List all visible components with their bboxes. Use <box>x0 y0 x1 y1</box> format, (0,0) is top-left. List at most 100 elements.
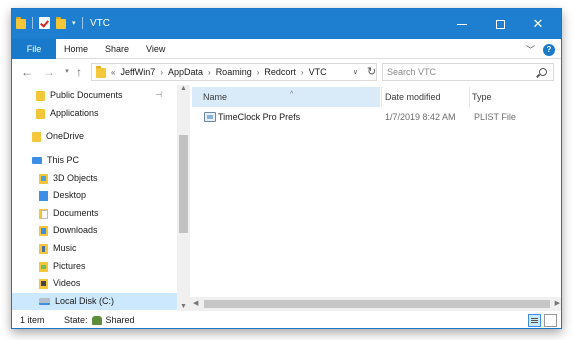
desktop-icon <box>39 190 48 201</box>
downloads-icon <box>39 225 48 236</box>
navigation-pane: Public Documents ⊣ Applications OneDrive… <box>12 85 177 311</box>
tab-share[interactable]: Share <box>105 39 129 59</box>
file-list: ^ Name Date modified Type TimeClock Pro … <box>190 85 561 311</box>
customize-quick-access-icon[interactable]: ▾ <box>72 19 76 27</box>
tab-file[interactable]: File <box>12 39 56 59</box>
large-icons-view-button[interactable] <box>544 314 557 327</box>
nav-item-music[interactable]: Music <box>39 240 77 257</box>
nav-item-label: Pictures <box>53 261 86 271</box>
nav-item-3d-objects[interactable]: 3D Objects <box>39 170 98 187</box>
tab-home[interactable]: Home <box>64 39 88 59</box>
expand-ribbon-icon[interactable]: ﹀ <box>526 43 535 56</box>
column-divider[interactable] <box>469 87 470 107</box>
documents-icon <box>39 208 48 219</box>
nav-item-documents[interactable]: Documents <box>39 205 99 222</box>
videos-icon <box>39 278 48 289</box>
new-folder-icon[interactable] <box>56 17 66 29</box>
3d-objects-icon <box>39 173 48 184</box>
nav-item-desktop[interactable]: Desktop <box>39 187 86 204</box>
folder-icon <box>96 66 106 78</box>
view-toggle <box>528 314 557 327</box>
nav-item-downloads[interactable]: Downloads <box>39 222 98 239</box>
ribbon-controls: ﹀ ? <box>526 43 555 56</box>
local-disk-icon <box>39 298 50 305</box>
window-title: VTC <box>90 18 110 29</box>
scroll-left-icon[interactable]: ◀ <box>193 299 198 307</box>
column-header-type[interactable]: Type <box>472 87 542 107</box>
breadcrumb-item[interactable]: Roaming <box>216 67 252 77</box>
item-count: 1 item <box>20 315 45 325</box>
tab-view[interactable]: View <box>146 39 165 59</box>
file-row[interactable]: TimeClock Pro Prefs 1/7/2019 8:42 AM PLI… <box>192 109 552 127</box>
column-divider[interactable] <box>381 87 382 107</box>
scroll-down-icon[interactable]: ▼ <box>180 303 187 310</box>
scroll-up-icon[interactable]: ▲ <box>180 85 187 92</box>
back-button[interactable]: ← <box>20 64 34 80</box>
column-header-date[interactable]: Date modified <box>383 87 469 107</box>
scrollbar-thumb[interactable] <box>179 135 188 233</box>
search-input[interactable]: Search VTC <box>382 63 554 81</box>
nav-item-local-disk[interactable]: Local Disk (C:) <box>12 293 177 310</box>
quick-access-toolbar: ▾ <box>16 17 83 29</box>
file-date: 1/7/2019 8:42 AM <box>385 112 456 122</box>
address-row: ← → ▾ ↑ « JeffWin7 › AppData › Roaming ›… <box>12 59 561 85</box>
breadcrumb-overflow-icon[interactable]: « <box>111 68 115 77</box>
nav-item-label: Downloads <box>53 225 98 235</box>
chevron-right-icon[interactable]: › <box>257 68 260 77</box>
nav-item-label: Local Disk (C:) <box>55 296 115 306</box>
nav-item-videos[interactable]: Videos <box>39 275 80 292</box>
forward-button[interactable]: → <box>42 64 56 80</box>
chevron-right-icon[interactable]: › <box>160 68 163 77</box>
maximize-icon <box>495 19 505 29</box>
nav-item-label: Desktop <box>53 190 87 200</box>
pictures-icon <box>39 261 48 272</box>
nav-item-label: Videos <box>53 278 81 288</box>
minimize-button[interactable] <box>443 9 481 39</box>
onedrive-icon <box>32 131 41 142</box>
nav-item-label: Music <box>53 243 77 253</box>
close-icon: ✕ <box>532 16 544 31</box>
nav-item-label: 3D Objects <box>53 173 98 183</box>
sharing-state: State: Shared <box>64 311 135 328</box>
folder-icon <box>36 108 45 119</box>
nav-item-public-documents[interactable]: Public Documents <box>36 87 123 104</box>
chevron-right-icon[interactable]: › <box>301 68 304 77</box>
nav-pane-scrollbar[interactable]: ▲ ▼ <box>177 85 190 311</box>
help-icon[interactable]: ? <box>543 43 555 56</box>
separator <box>32 17 33 29</box>
breadcrumb-item[interactable]: Redcort <box>264 67 296 77</box>
minimize-icon <box>457 23 467 25</box>
maximize-button[interactable] <box>481 9 519 39</box>
scrollbar-thumb[interactable] <box>204 300 550 308</box>
file-list-scrollbar[interactable]: ◀ ▶ <box>190 297 561 311</box>
plist-file-icon <box>204 112 216 122</box>
address-dropdown-icon[interactable]: ∨ <box>353 68 358 76</box>
nav-item-label: Documents <box>53 208 99 218</box>
sort-ascending-icon: ^ <box>290 91 294 98</box>
nav-item-applications[interactable]: Applications <box>36 105 99 122</box>
refresh-icon[interactable]: ↻ <box>367 65 376 78</box>
shared-icon <box>91 316 102 325</box>
details-view-icon <box>531 318 538 319</box>
nav-item-onedrive[interactable]: OneDrive <box>32 128 84 145</box>
explorer-window: ▾ VTC ✕ File Home Share View ﹀ ? ← → ▾ ↑… <box>11 8 562 329</box>
state-value: Shared <box>105 315 135 325</box>
column-header-name[interactable]: ^ Name <box>192 87 380 107</box>
close-button[interactable]: ✕ <box>519 9 557 39</box>
nav-item-label: OneDrive <box>46 131 85 141</box>
breadcrumb-item[interactable]: JeffWin7 <box>120 67 155 77</box>
address-bar[interactable]: « JeffWin7 › AppData › Roaming › Redcort… <box>91 63 377 81</box>
nav-item-label: This PC <box>47 155 80 165</box>
breadcrumb-item[interactable]: VTC <box>309 67 327 77</box>
chevron-right-icon[interactable]: › <box>208 68 211 77</box>
nav-item-pictures[interactable]: Pictures <box>39 258 86 275</box>
properties-icon[interactable] <box>39 17 50 29</box>
scroll-right-icon[interactable]: ▶ <box>555 299 560 307</box>
pin-icon[interactable]: ⊣ <box>155 90 162 99</box>
up-button[interactable]: ↑ <box>72 64 86 80</box>
ribbon-tabs: File Home Share View ﹀ ? <box>12 39 561 59</box>
breadcrumb-item[interactable]: AppData <box>168 67 203 77</box>
details-view-button[interactable] <box>528 314 541 327</box>
search-icon[interactable] <box>539 68 547 76</box>
nav-item-this-pc[interactable]: This PC <box>32 152 79 169</box>
